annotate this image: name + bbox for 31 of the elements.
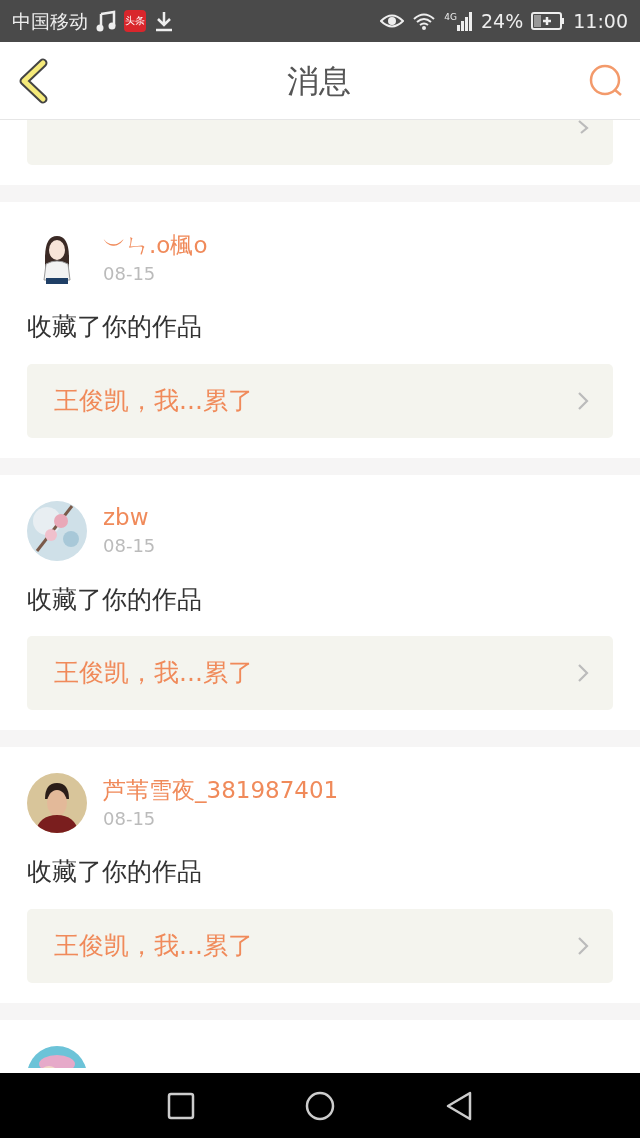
chevron-right-icon — [577, 120, 589, 134]
work-link[interactable]: 王俊凯，我...累了 — [27, 908, 613, 983]
download-icon — [154, 10, 174, 32]
music-note-icon — [96, 10, 116, 32]
username-link[interactable]: ︶ㄣ.o楓o — [103, 229, 208, 260]
battery-icon — [531, 12, 566, 30]
app-icon: 头条 — [124, 10, 146, 32]
back-nav-icon[interactable] — [445, 1090, 473, 1121]
message-date: 08-15 — [103, 534, 156, 558]
message-date: 08-15 — [103, 261, 157, 286]
battery-percent: 24% — [481, 8, 524, 34]
wifi-icon — [412, 12, 437, 30]
carrier-label: 中国移动 — [12, 8, 88, 34]
username-link[interactable]: zbw — [103, 502, 156, 532]
message-text: 收藏了你的作品 — [27, 583, 203, 616]
network-label: 4G — [444, 11, 457, 24]
message-date: 08-15 — [103, 806, 157, 831]
chevron-right-icon — [577, 663, 589, 683]
page-title: 消息 — [287, 60, 351, 102]
square-nav-icon[interactable] — [167, 1091, 195, 1120]
signal-icon — [457, 11, 473, 31]
home-icon[interactable] — [305, 1090, 335, 1121]
chevron-right-icon — [577, 390, 589, 411]
message-text: 收藏了你的作品 — [27, 856, 203, 888]
work-link[interactable]: 王俊凯，我...累了 — [27, 636, 613, 710]
work-link[interactable]: 王俊凯，我...累了 — [27, 363, 613, 438]
chevron-right-icon — [577, 935, 589, 956]
clock: 11:00 — [573, 8, 628, 34]
username-link[interactable]: 芦苇雪夜_381987401 — [103, 774, 339, 805]
eye-icon — [380, 12, 405, 30]
message-text: 收藏了你的作品 — [27, 311, 203, 343]
